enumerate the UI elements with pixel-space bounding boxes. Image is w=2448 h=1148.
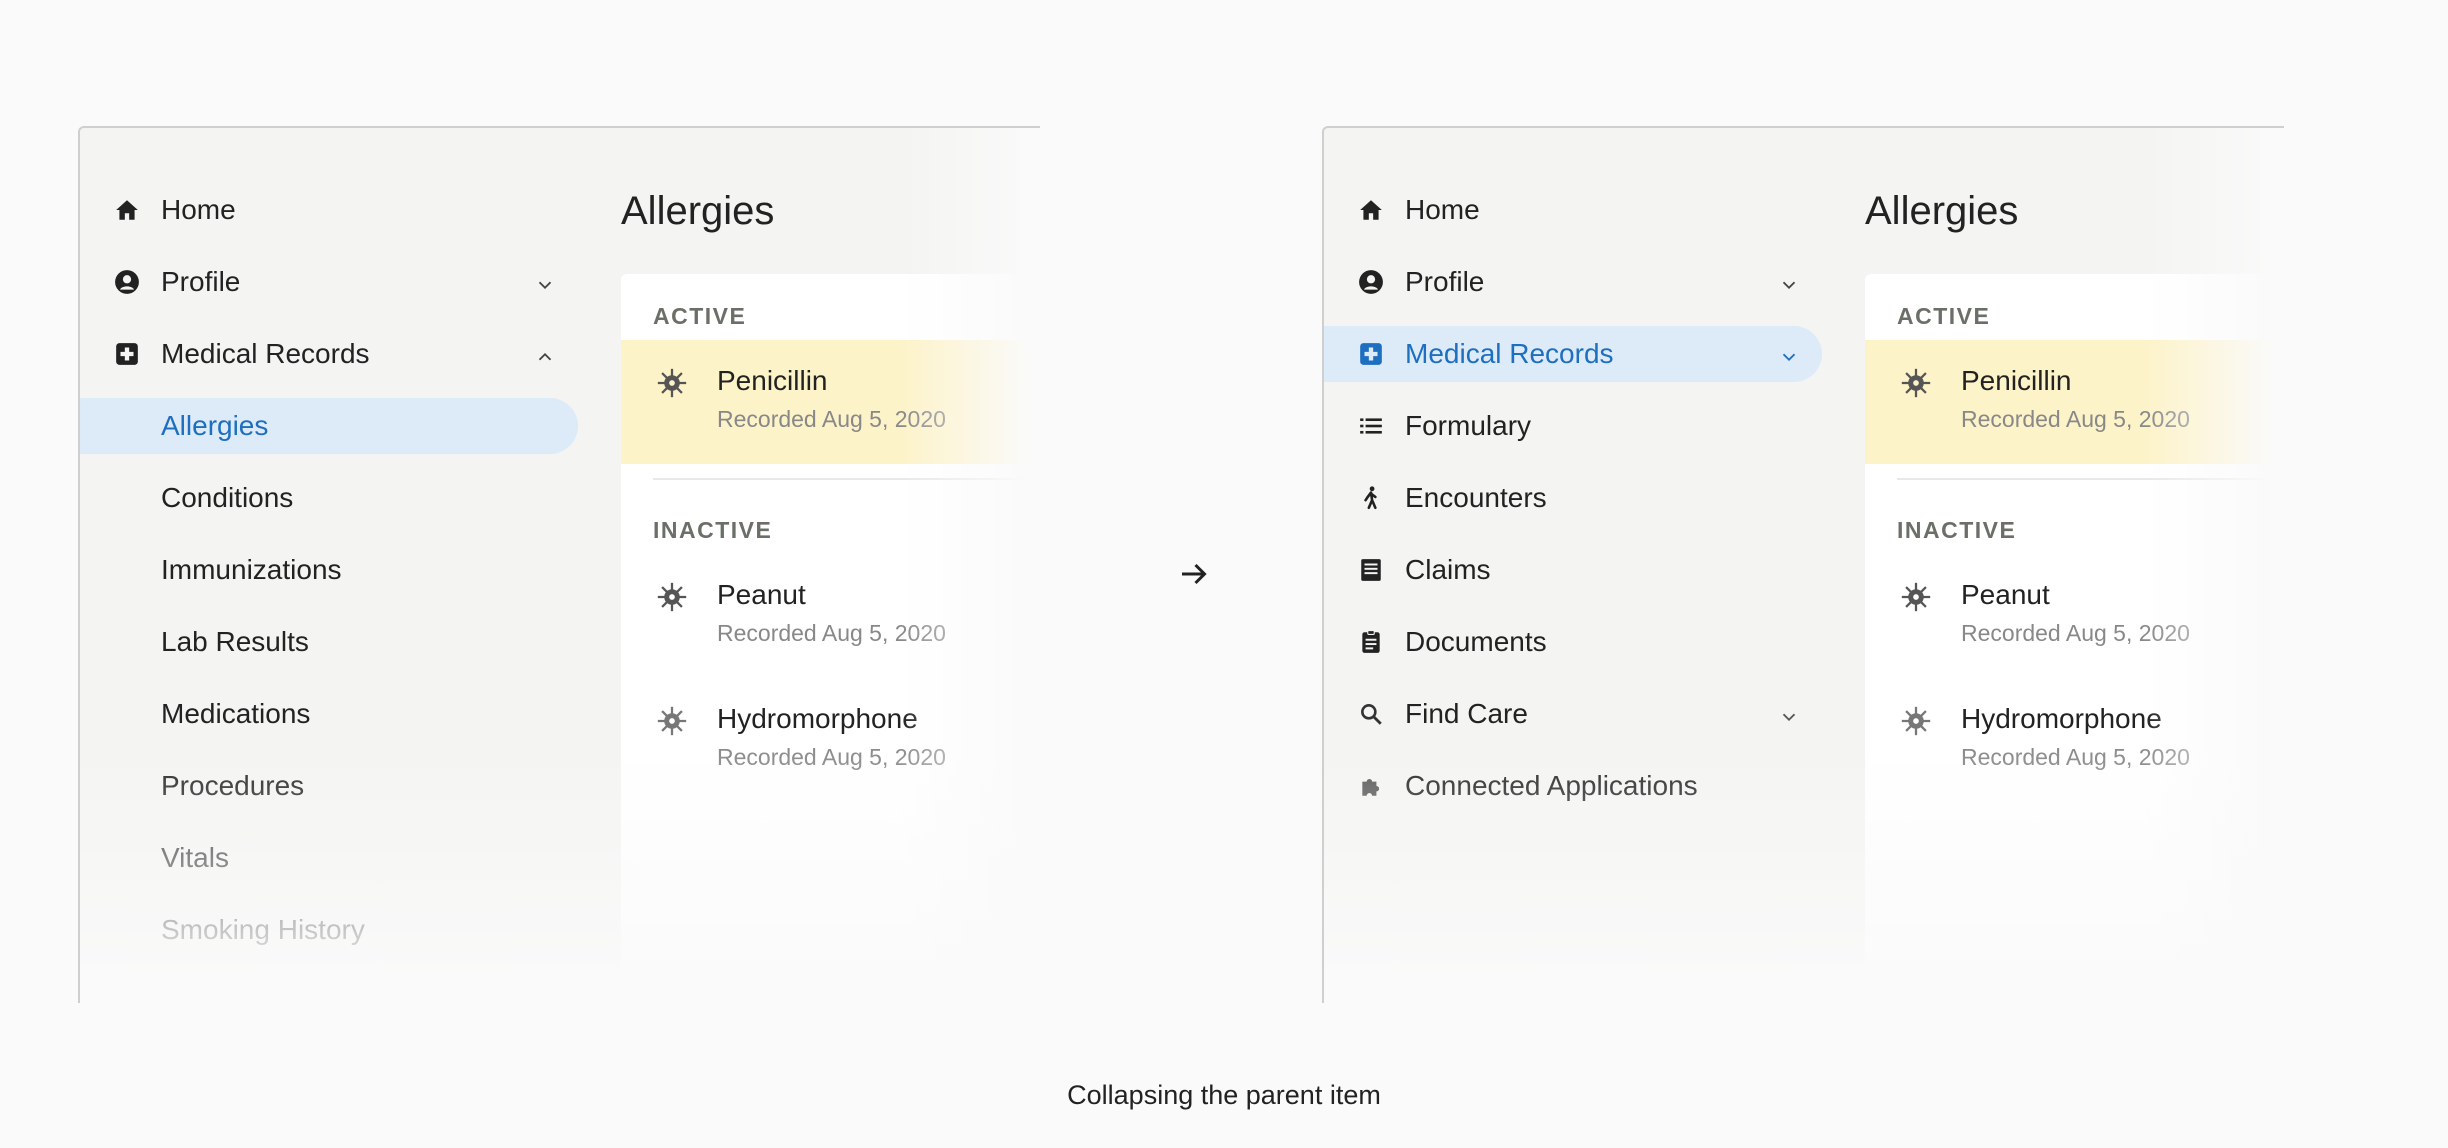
chevron-up-icon[interactable] <box>534 343 556 365</box>
sidebar-item-home[interactable]: Home <box>1324 182 1822 238</box>
allergy-name: Hydromorphone <box>717 703 918 734</box>
section-header-inactive: INACTIVE <box>653 517 773 543</box>
sidebar-item-procedures[interactable]: Procedures <box>80 758 578 814</box>
sidebar-item-label: Formulary <box>1405 410 1532 441</box>
home-icon <box>114 197 140 223</box>
sidebar-item-profile[interactable]: Profile <box>1324 254 1822 310</box>
sidebar-item-label: Connected Applications <box>1405 770 1698 801</box>
allergy-name: Penicillin <box>1961 365 2072 396</box>
sidebar-item-smoking-history[interactable]: Smoking History <box>80 902 578 958</box>
allergen-icon <box>1899 704 1933 738</box>
home-icon <box>1358 197 1384 223</box>
allergen-icon <box>1899 366 1933 400</box>
list-item[interactable]: Hydromorphone Recorded Aug 5, 2020 <box>1865 678 2284 802</box>
sidebar-item-label: Find Care <box>1405 698 1528 729</box>
collapsed-state-panel: Home Profile Medical Records Formulary E… <box>1322 126 2284 1003</box>
sidebar-item-label: Procedures <box>161 770 305 801</box>
allergy-recorded-date: Recorded Aug 5, 2020 <box>1961 406 2190 432</box>
divider <box>1897 478 2284 480</box>
sidebar-item-label: Immunizations <box>161 554 342 585</box>
medical-cross-icon <box>1358 341 1384 367</box>
chevron-down-icon[interactable] <box>1778 271 1800 293</box>
sidebar-item-label: Home <box>1405 194 1480 225</box>
chevron-down-icon[interactable] <box>1778 343 1800 365</box>
list-item[interactable]: Peanut Recorded Aug 5, 2020 <box>1865 554 2284 678</box>
allergy-name: Penicillin <box>717 365 828 396</box>
sidebar-item-connected-applications[interactable]: Connected Applications <box>1324 758 1822 814</box>
allergen-icon <box>1899 580 1933 614</box>
list-item[interactable]: Peanut Recorded Aug 5, 2020 <box>621 554 1040 678</box>
list-icon <box>1358 413 1384 439</box>
sidebar-nav: Home Profile Medical Records Formulary E… <box>1324 128 1822 1003</box>
sidebar-item-medications[interactable]: Medications <box>80 686 578 742</box>
sidebar-item-immunizations[interactable]: Immunizations <box>80 542 578 598</box>
sidebar-item-label: Conditions <box>161 482 294 513</box>
sidebar-item-claims[interactable]: Claims <box>1324 542 1822 598</box>
sidebar-item-label: Documents <box>1405 626 1547 657</box>
sidebar-item-label: Home <box>161 194 236 225</box>
allergies-card: ACTIVE Penicillin Recorded Aug 5, 2020 I… <box>621 274 1040 1003</box>
sidebar-item-formulary[interactable]: Formulary <box>1324 398 1822 454</box>
arrow-right-icon <box>1176 556 1212 592</box>
sidebar-item-profile[interactable]: Profile <box>80 254 578 310</box>
sidebar-item-encounters[interactable]: Encounters <box>1324 470 1822 526</box>
search-icon <box>1358 701 1384 727</box>
list-item[interactable]: Penicillin Recorded Aug 5, 2020 <box>1865 340 2284 464</box>
sidebar-item-lab-results[interactable]: Lab Results <box>80 614 578 670</box>
sidebar-item-label: Medical Records <box>161 338 370 369</box>
allergy-recorded-date: Recorded Aug 5, 2020 <box>717 620 946 646</box>
sidebar-item-label: Encounters <box>1405 482 1547 513</box>
page-title: Allergies <box>1865 189 2019 233</box>
chevron-down-icon[interactable] <box>534 271 556 293</box>
sidebar-item-allergies[interactable]: Allergies <box>80 398 578 454</box>
sidebar-item-label: Lab Results <box>161 626 309 657</box>
walking-person-icon <box>1358 485 1384 511</box>
sidebar-item-label: Devices <box>161 986 261 1004</box>
list-item[interactable]: Hydromorphone Recorded Aug 5, 2020 <box>621 678 1040 802</box>
sidebar-item-vitals[interactable]: Vitals <box>80 830 578 886</box>
user-circle-icon <box>114 269 140 295</box>
sidebar-nav: Home Profile Medical Records Allergies C… <box>80 128 578 1003</box>
sidebar-item-label: Smoking History <box>161 914 365 945</box>
sidebar-item-find-care[interactable]: Find Care <box>1324 686 1822 742</box>
page-title: Allergies <box>621 189 775 233</box>
user-circle-icon <box>1358 269 1384 295</box>
sidebar-item-label: Profile <box>1405 266 1485 297</box>
allergen-icon <box>655 704 689 738</box>
allergy-recorded-date: Recorded Aug 5, 2020 <box>1961 744 2190 770</box>
expanded-state-panel: Home Profile Medical Records Allergies C… <box>78 126 1040 1003</box>
allergy-recorded-date: Recorded Aug 5, 2020 <box>717 744 946 770</box>
medical-cross-icon <box>114 341 140 367</box>
section-header-inactive: INACTIVE <box>1897 517 2017 543</box>
sidebar-item-label: Vitals <box>161 842 229 873</box>
sidebar-item-label: Medical Records <box>1405 338 1614 369</box>
clipboard-icon <box>1358 629 1384 655</box>
allergy-recorded-date: Recorded Aug 5, 2020 <box>717 406 946 432</box>
sidebar-item-label: Claims <box>1405 554 1491 585</box>
sidebar-item-conditions[interactable]: Conditions <box>80 470 578 526</box>
sidebar-item-documents[interactable]: Documents <box>1324 614 1822 670</box>
list-item[interactable]: Penicillin Recorded Aug 5, 2020 <box>621 340 1040 464</box>
allergy-name: Peanut <box>717 579 806 610</box>
sidebar-item-devices[interactable]: Devices <box>80 974 578 1004</box>
divider <box>653 478 1040 480</box>
sidebar-item-medical-records[interactable]: Medical Records <box>1324 326 1822 382</box>
allergen-icon <box>655 366 689 400</box>
allergen-icon <box>655 580 689 614</box>
sidebar-item-medical-records[interactable]: Medical Records <box>80 326 578 382</box>
section-header-active: ACTIVE <box>653 303 747 329</box>
chevron-down-icon[interactable] <box>1778 703 1800 725</box>
section-header-active: ACTIVE <box>1897 303 1991 329</box>
allergy-name: Hydromorphone <box>1961 703 2162 734</box>
puzzle-icon <box>1358 773 1384 799</box>
caption: Collapsing the parent item <box>1067 1080 1381 1110</box>
sidebar-item-label: Profile <box>161 266 241 297</box>
allergy-recorded-date: Recorded Aug 5, 2020 <box>1961 620 2190 646</box>
allergies-card: ACTIVE Penicillin Recorded Aug 5, 2020 I… <box>1865 274 2284 1003</box>
sidebar-item-label: Medications <box>161 698 311 729</box>
sidebar-item-home[interactable]: Home <box>80 182 578 238</box>
allergy-name: Peanut <box>1961 579 2050 610</box>
sidebar-item-label: Allergies <box>161 410 269 441</box>
receipt-icon <box>1358 557 1384 583</box>
